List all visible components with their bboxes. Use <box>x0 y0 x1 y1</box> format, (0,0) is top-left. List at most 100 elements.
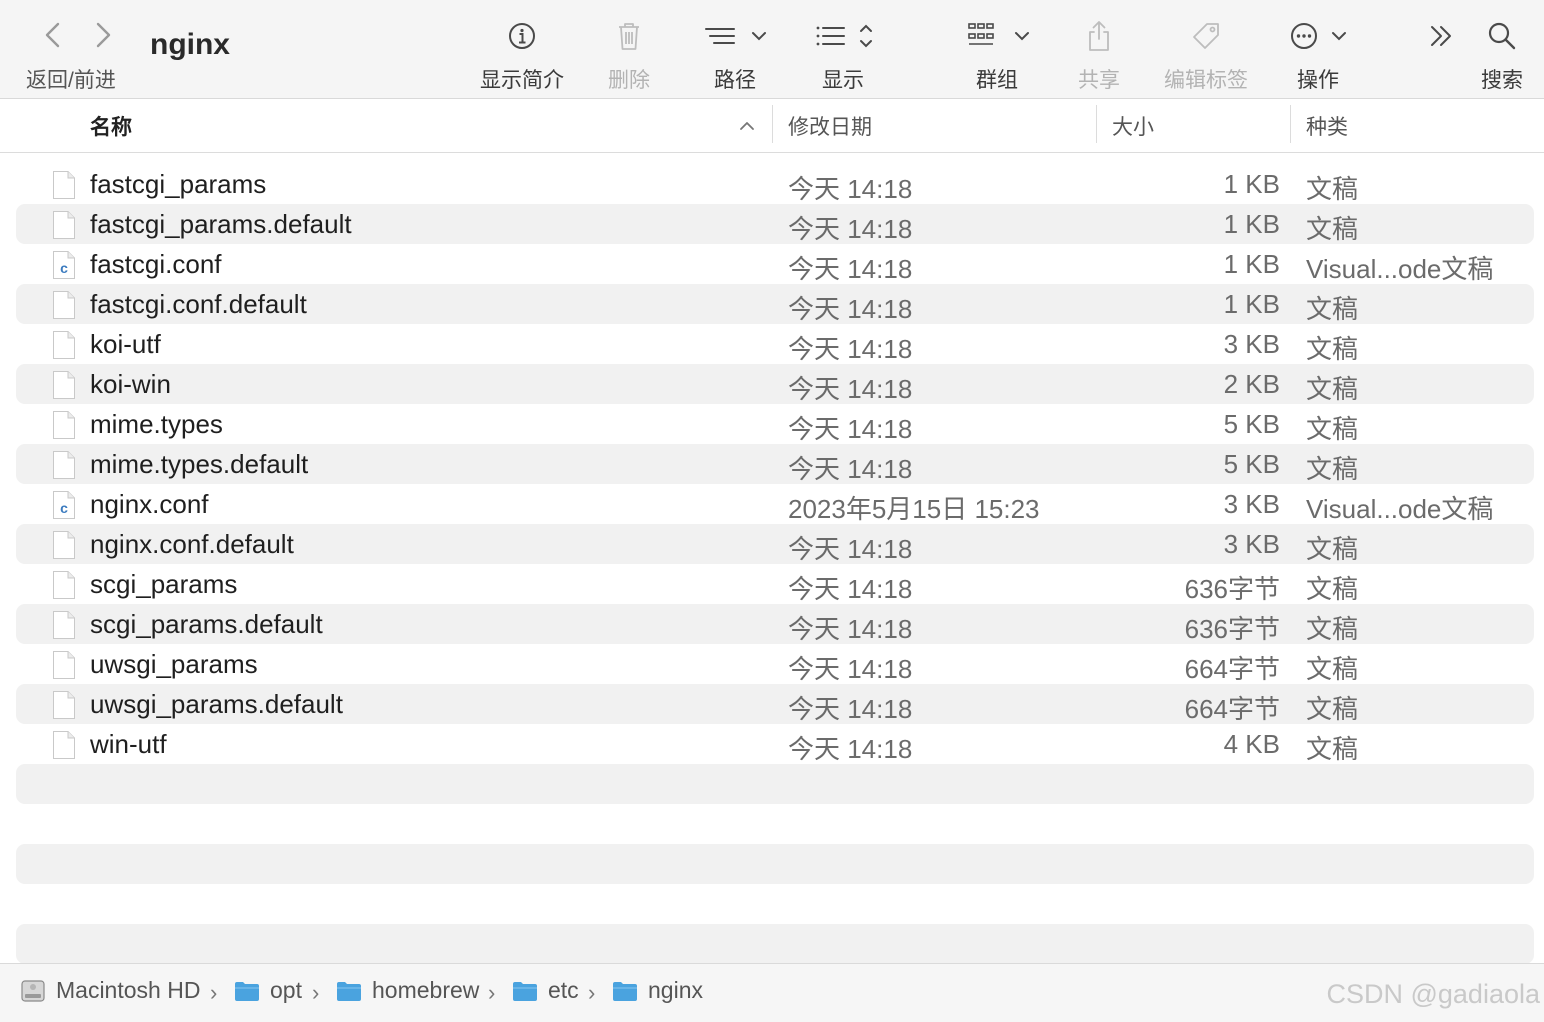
file-row[interactable]: c fastcgi.conf 今天 14:18 1 KB Visual...ode文稿 <box>16 244 1534 284</box>
column-divider[interactable] <box>1096 105 1097 143</box>
file-date: 今天 14:18 <box>788 574 913 604</box>
file-size: 1 KB <box>1223 249 1280 279</box>
file-size: 5 KB <box>1223 449 1280 479</box>
file-row[interactable]: nginx.conf.default 今天 14:18 3 KB 文稿 <box>16 524 1534 564</box>
path-label: 路径 <box>714 69 756 92</box>
document-icon <box>52 730 76 760</box>
back-button[interactable] <box>38 18 68 52</box>
path-separator-icon: › <box>488 980 496 1005</box>
file-row[interactable]: scgi_params 今天 14:18 636字节 文稿 <box>16 564 1534 604</box>
file-kind: 文稿 <box>1306 614 1359 644</box>
file-name: fastcgi.conf.default <box>90 289 307 319</box>
file-kind: 文稿 <box>1306 574 1359 604</box>
path-item-label: opt <box>270 977 302 1003</box>
group-grid-icon <box>968 23 1029 45</box>
file-name: scgi_params.default <box>90 609 323 639</box>
file-kind: 文稿 <box>1306 334 1359 364</box>
file-row[interactable]: scgi_params.default 今天 14:18 636字节 文稿 <box>16 604 1534 644</box>
get-info-button[interactable]: 显示简介 <box>472 14 572 94</box>
column-divider[interactable] <box>1290 105 1291 143</box>
sort-ascending-icon[interactable] <box>736 115 758 137</box>
column-header-kind[interactable]: 种类 <box>1306 111 1348 141</box>
file-kind: 文稿 <box>1306 694 1359 724</box>
file-kind: 文稿 <box>1306 174 1359 204</box>
file-name: koi-utf <box>90 329 161 359</box>
file-row[interactable]: fastcgi.conf.default 今天 14:18 1 KB 文稿 <box>16 284 1534 324</box>
file-name: uwsgi_params <box>90 649 258 679</box>
path-item-label: nginx <box>648 977 703 1003</box>
column-divider[interactable] <box>772 105 773 143</box>
file-date: 今天 14:18 <box>788 534 913 564</box>
column-header-size[interactable]: 大小 <box>1112 111 1154 141</box>
path-separator-icon: › <box>210 980 218 1005</box>
file-date: 今天 14:18 <box>788 414 913 444</box>
path-item-label: homebrew <box>372 977 480 1003</box>
file-size: 1 KB <box>1223 169 1280 199</box>
file-row[interactable]: fastcgi_params 今天 14:18 1 KB 文稿 <box>16 164 1534 204</box>
path-separator-icon: › <box>312 980 320 1005</box>
file-row[interactable]: win-utf 今天 14:18 4 KB 文稿 <box>16 724 1534 764</box>
file-row[interactable]: fastcgi_params.default 今天 14:18 1 KB 文稿 <box>16 204 1534 244</box>
column-header-bar: 名称 修改日期 大小 种类 <box>0 99 1544 153</box>
delete-button[interactable]: 删除 <box>600 14 658 94</box>
path-item-nginx[interactable]: nginx <box>612 977 703 1004</box>
empty-row-stripe <box>16 764 1534 804</box>
file-row[interactable]: uwsgi_params.default 今天 14:18 664字节 文稿 <box>16 684 1534 724</box>
file-name: mime.types.default <box>90 449 309 479</box>
file-date: 今天 14:18 <box>788 254 913 284</box>
file-row[interactable]: mime.types.default 今天 14:18 5 KB 文稿 <box>16 444 1534 484</box>
column-header-date[interactable]: 修改日期 <box>788 111 872 141</box>
group-button[interactable]: 群组 <box>962 14 1032 94</box>
forward-button[interactable] <box>88 18 118 52</box>
file-size: 4 KB <box>1223 729 1280 759</box>
file-date: 2023年5月15日 15:23 <box>788 494 1040 524</box>
file-date: 今天 14:18 <box>788 334 913 364</box>
window-title: nginx <box>150 28 230 61</box>
document-icon <box>52 210 76 240</box>
path-item-etc[interactable]: etc <box>512 977 579 1004</box>
path-item-label: etc <box>548 977 579 1003</box>
folder-icon <box>235 981 259 1001</box>
path-item-opt[interactable]: opt <box>234 977 302 1004</box>
file-row[interactable]: koi-utf 今天 14:18 3 KB 文稿 <box>16 324 1534 364</box>
file-size: 3 KB <box>1223 529 1280 559</box>
chevron-left-icon <box>45 22 60 48</box>
document-icon <box>52 410 76 440</box>
file-row[interactable]: uwsgi_params 今天 14:18 664字节 文稿 <box>16 644 1534 684</box>
view-button[interactable]: 显示 <box>810 14 876 94</box>
document-icon <box>52 530 76 560</box>
vscode-document-icon: c <box>52 250 76 280</box>
toolbar-overflow-button[interactable] <box>1420 14 1464 94</box>
path-bar: Macintosh HD › opt › homebrew › etc › ng… <box>0 963 1544 1022</box>
share-button[interactable]: 共享 <box>1070 14 1128 94</box>
file-row[interactable]: c nginx.conf 2023年5月15日 15:23 3 KB Visual...… <box>16 484 1534 524</box>
action-button[interactable]: 操作 <box>1286 14 1350 94</box>
file-size: 664字节 <box>1184 694 1280 724</box>
search-button[interactable]: 搜索 <box>1474 14 1530 94</box>
empty-row-stripe <box>16 844 1534 884</box>
info-icon <box>509 23 535 49</box>
file-date: 今天 14:18 <box>788 174 913 204</box>
file-kind: Visual...ode文稿 <box>1306 494 1494 524</box>
file-date: 今天 14:18 <box>788 654 913 684</box>
file-row[interactable]: mime.types 今天 14:18 5 KB 文稿 <box>16 404 1534 444</box>
path-item-homebrew[interactable]: homebrew <box>336 977 479 1004</box>
list-view-icon <box>816 24 872 48</box>
group-label: 群组 <box>976 69 1018 92</box>
file-kind: 文稿 <box>1306 534 1359 564</box>
file-date: 今天 14:18 <box>788 734 913 764</box>
path-item-macintosh-hd[interactable]: Macintosh HD <box>20 977 200 1004</box>
file-kind: 文稿 <box>1306 734 1359 764</box>
file-size: 636字节 <box>1184 574 1280 604</box>
file-date: 今天 14:18 <box>788 214 913 244</box>
delete-label: 删除 <box>608 69 650 92</box>
file-size: 1 KB <box>1223 289 1280 319</box>
file-row[interactable]: koi-win 今天 14:18 2 KB 文稿 <box>16 364 1534 404</box>
path-item-label: Macintosh HD <box>56 977 201 1003</box>
edit-tags-button[interactable]: 编辑标签 <box>1154 14 1258 94</box>
path-button[interactable]: 路径 <box>700 14 770 94</box>
file-date: 今天 14:18 <box>788 694 913 724</box>
vscode-document-icon: c <box>52 490 76 520</box>
view-label: 显示 <box>822 69 864 92</box>
column-header-name[interactable]: 名称 <box>90 111 132 141</box>
